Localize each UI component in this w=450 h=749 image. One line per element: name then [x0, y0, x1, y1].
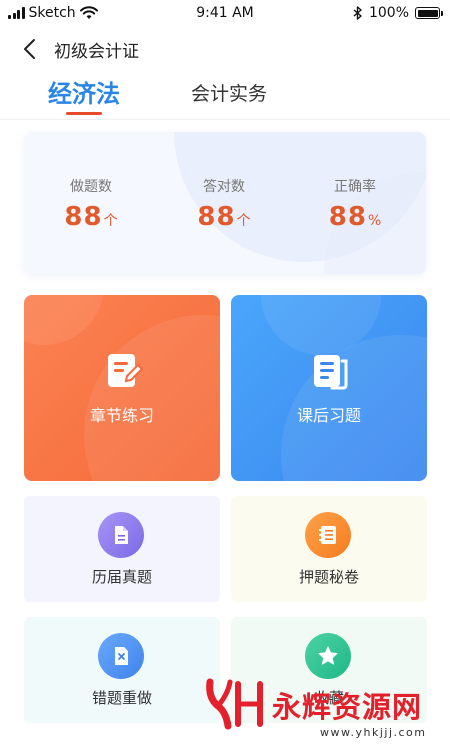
stat-label: 做题数 — [70, 179, 112, 195]
stat-value: 88个 — [169, 202, 279, 232]
divider — [0, 119, 450, 120]
watermark: 永辉资源网 www.yhkjjj.com — [200, 674, 450, 749]
watermark-logo-icon — [206, 678, 263, 730]
stat-value: 88个 — [36, 202, 146, 232]
status-right: 100% — [353, 5, 443, 21]
past-exams-card[interactable]: 历届真题 — [24, 496, 220, 602]
stat-number: 88 — [197, 202, 236, 232]
card-label: 章节练习 — [89, 406, 154, 425]
decor-circle — [84, 315, 220, 481]
battery-percent: 100% — [368, 5, 409, 21]
file-icon — [98, 512, 144, 558]
stat-unit: 个 — [103, 213, 118, 229]
stat-correct: 答对数 88个 — [169, 176, 279, 232]
chapter-practice-card[interactable]: 章节练习 — [24, 295, 220, 481]
tab-accounting-practice[interactable]: 会计实务 — [191, 79, 267, 106]
stat-unit: % — [367, 213, 382, 229]
stat-number: 88 — [328, 202, 367, 232]
edit-note-icon — [108, 354, 143, 387]
active-tab-indicator — [66, 112, 102, 115]
notebook-list-icon — [305, 512, 351, 558]
homework-card[interactable]: 课后习题 — [231, 295, 427, 481]
error-file-icon — [98, 633, 144, 679]
watermark-text: 永辉资源网 — [272, 690, 423, 724]
page-title: 初级会计证 — [54, 42, 139, 62]
stat-accuracy: 正确率 88% — [300, 176, 410, 232]
battery-icon — [415, 7, 443, 19]
stat-answered: 做题数 88个 — [36, 176, 146, 232]
star-icon — [305, 633, 351, 679]
back-button[interactable] — [18, 36, 44, 62]
subject-tabs: 经济法 会计实务 — [0, 70, 450, 120]
stat-unit: 个 — [236, 213, 251, 229]
document-list-icon — [314, 355, 348, 390]
card-label: 历届真题 — [91, 568, 152, 586]
status-bar: Sketch 9:41 AM 100% — [0, 0, 450, 28]
stat-label: 正确率 — [334, 179, 376, 195]
nav-bar: 初级会计证 — [0, 30, 450, 66]
decor-circle — [24, 295, 104, 345]
card-label: 课后习题 — [296, 406, 361, 425]
bluetooth-icon — [353, 6, 362, 20]
stat-number: 88 — [64, 202, 103, 232]
stat-label: 答对数 — [203, 179, 245, 195]
card-label: 押题秘卷 — [298, 568, 359, 586]
wrong-questions-card[interactable]: 错题重做 — [24, 617, 220, 723]
tab-economic-law[interactable]: 经济法 — [48, 74, 120, 109]
card-label: 错题重做 — [91, 689, 152, 707]
watermark-url: www.yhkjjj.com — [320, 726, 427, 739]
predicted-papers-card[interactable]: 押题秘卷 — [231, 496, 427, 602]
stats-card: 做题数 88个 答对数 88个 正确率 88% — [24, 132, 426, 274]
stat-value: 88% — [300, 202, 410, 232]
